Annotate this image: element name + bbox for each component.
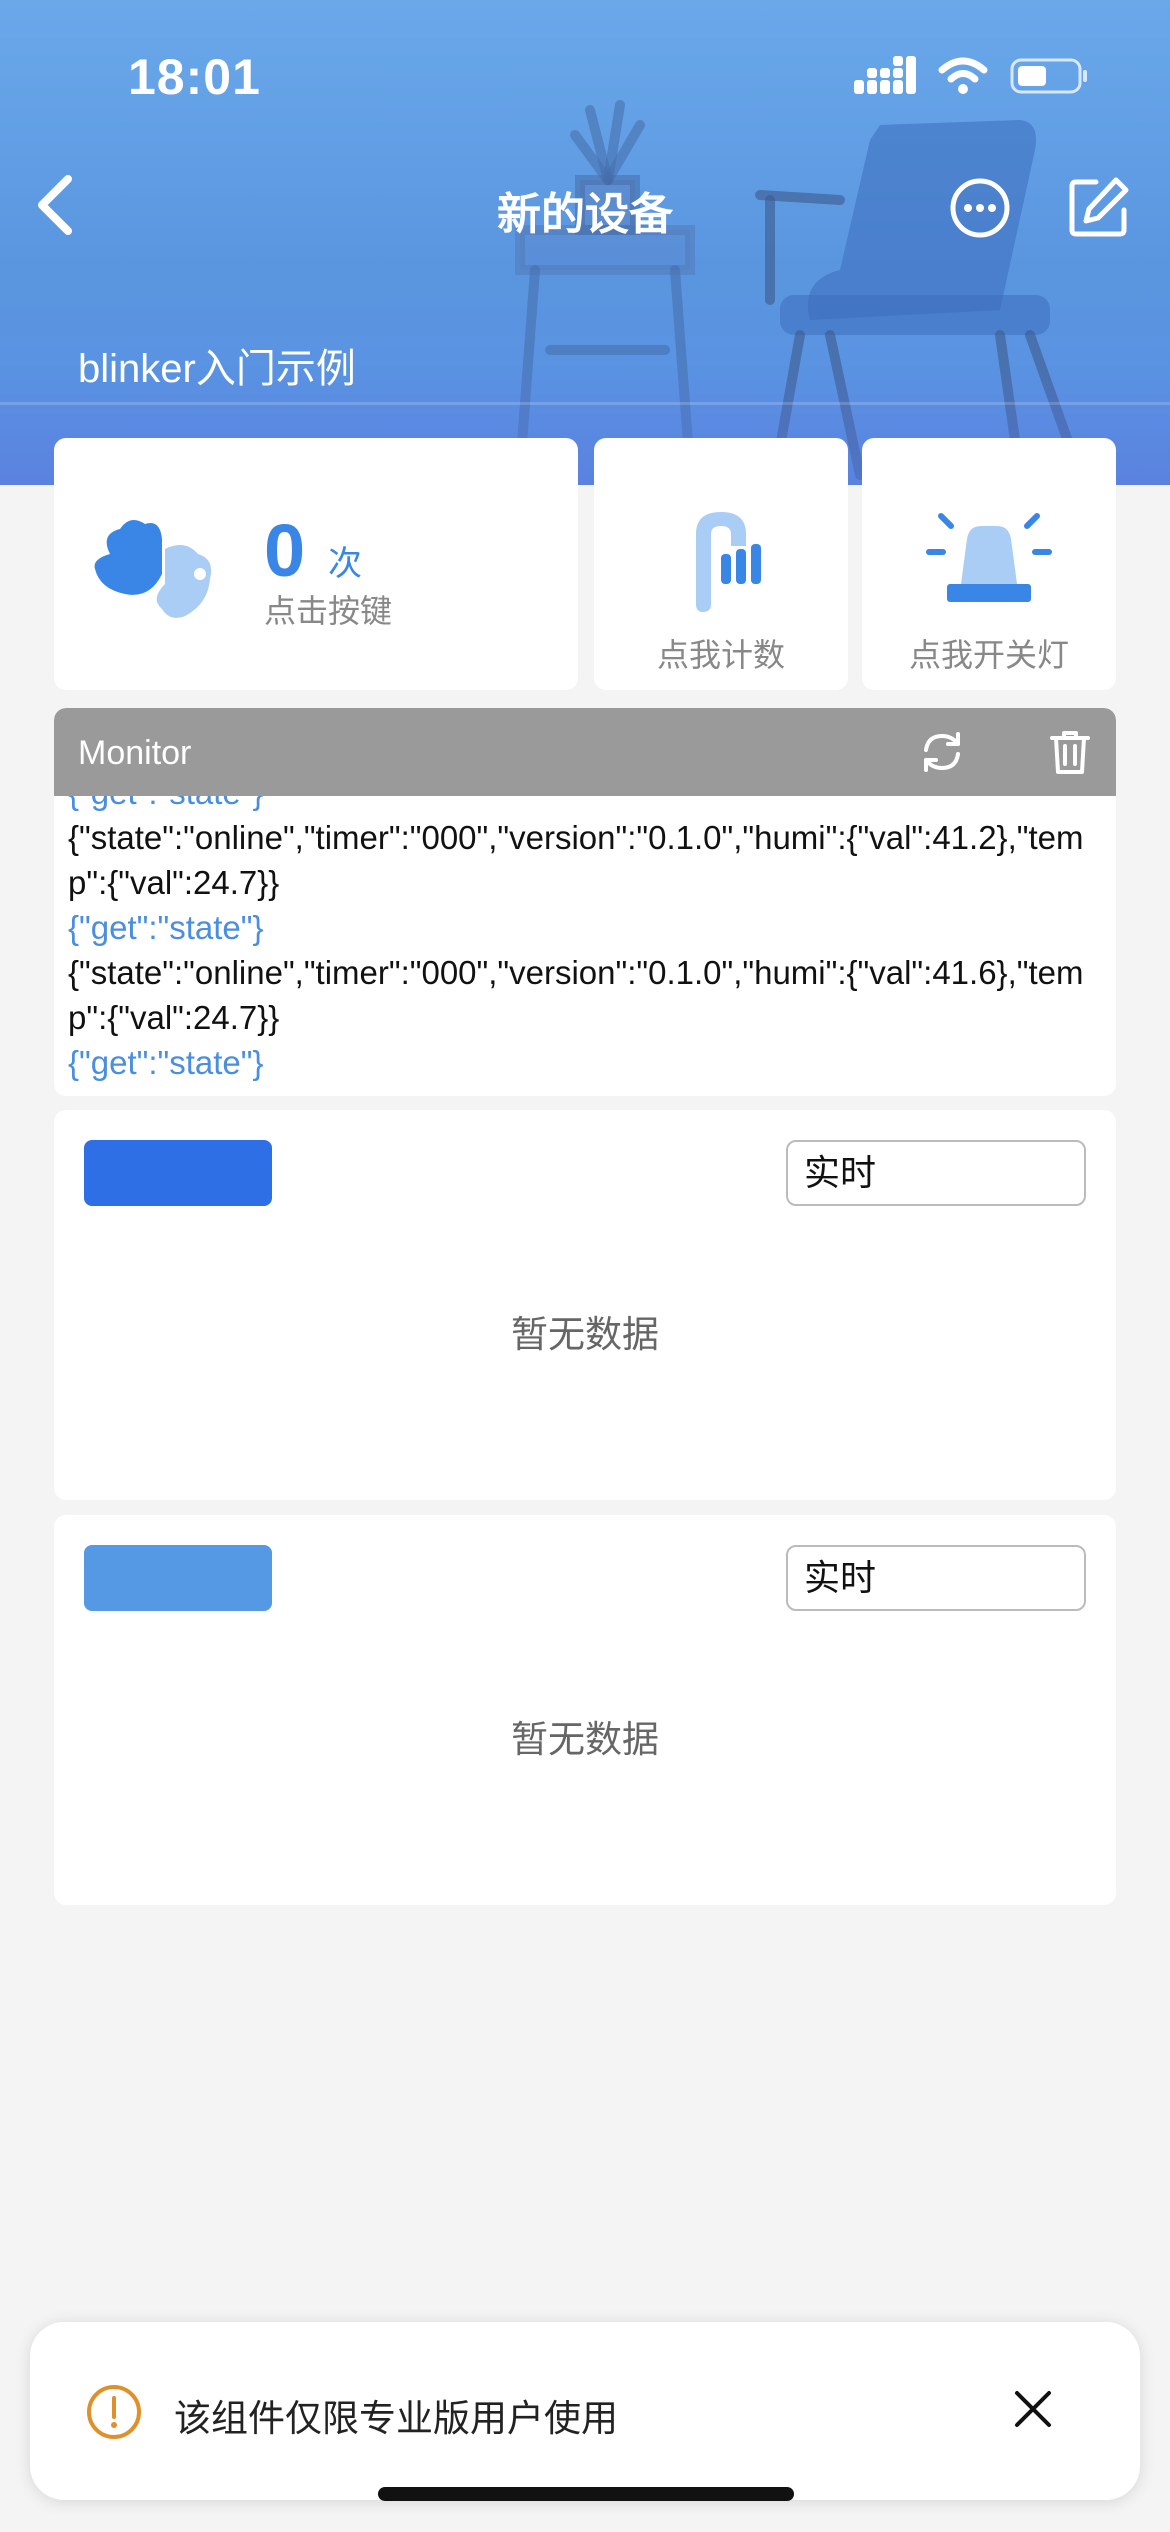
counter-unit: 次 — [328, 545, 362, 583]
trash-icon — [1050, 731, 1090, 774]
count-button-card[interactable]: 点我计数 — [594, 438, 848, 690]
monitor-log[interactable]: {"get":"state"} {"state":"online","timer"… — [68, 796, 1102, 1086]
count-button-label: 点我计数 — [656, 637, 785, 673]
chart-empty-text: 暂无数据 — [511, 1719, 659, 1760]
status-time: 18:01 — [128, 49, 261, 105]
chart-series-button[interactable] — [84, 1545, 272, 1611]
counter-value: 0 — [264, 509, 306, 592]
more-button[interactable] — [948, 176, 1012, 240]
pro-only-toast: 该组件仅限专业版用户使用 — [30, 2322, 1140, 2500]
chart-card-1: 实时 暂无数据 — [54, 1110, 1116, 1500]
log-line: {"get":"state"} — [68, 1044, 264, 1081]
log-line: {"state":"online","timer":"000","version… — [68, 954, 1084, 1036]
chart-range-select[interactable]: 实时 — [786, 1140, 1086, 1206]
refresh-button[interactable] — [918, 728, 966, 776]
light-button-label: 点我开关灯 — [908, 637, 1069, 673]
log-line: {"get":"state"} — [68, 909, 264, 946]
monitor-header: Monitor — [54, 708, 1116, 796]
edit-button[interactable] — [1066, 174, 1132, 240]
chart-range-select[interactable]: 实时 — [786, 1545, 1086, 1611]
edit-icon — [1069, 177, 1129, 237]
toast-message: 该组件仅限专业版用户使用 — [174, 2398, 618, 2439]
signal-icon — [854, 56, 916, 94]
light-button-card[interactable]: 点我开关灯 — [862, 438, 1116, 690]
status-icons — [854, 56, 1090, 96]
alarm-light-icon — [926, 513, 1052, 602]
chart-card-2: 实时 暂无数据 — [54, 1515, 1116, 1905]
log-line: {"get":"state"} — [68, 796, 1102, 815]
refresh-icon — [924, 732, 960, 772]
home-indicator — [378, 2487, 794, 2501]
clear-log-button[interactable] — [1046, 728, 1094, 776]
counter-label: 点击按键 — [264, 593, 393, 629]
header-banner: 18:01 新的设备 blinker入门示例 — [0, 0, 1170, 485]
close-icon — [1015, 2391, 1051, 2427]
monitor-title: Monitor — [78, 734, 192, 772]
tap-count-icon — [696, 512, 761, 612]
device-subtitle: blinker入门示例 — [78, 347, 356, 391]
battery-icon — [1010, 58, 1087, 94]
counter-card[interactable]: 0 次 点击按键 — [54, 438, 578, 690]
log-lines: {"get":"state"} {"state":"online","timer"… — [68, 796, 1102, 1085]
floor-line — [0, 402, 1170, 405]
chart-empty-text: 暂无数据 — [511, 1314, 659, 1355]
more-icon — [950, 178, 1010, 238]
wifi-icon — [938, 57, 988, 94]
toast-close-button[interactable] — [1008, 2384, 1058, 2434]
monitor-panel: Monitor {"get":"state"}{"stat — [54, 708, 1116, 1096]
hand-gesture-icon — [94, 520, 212, 618]
chart-series-button[interactable] — [84, 1140, 272, 1206]
warning-icon — [87, 2385, 141, 2439]
log-line: {"state":"online","timer":"000","version… — [68, 819, 1084, 901]
